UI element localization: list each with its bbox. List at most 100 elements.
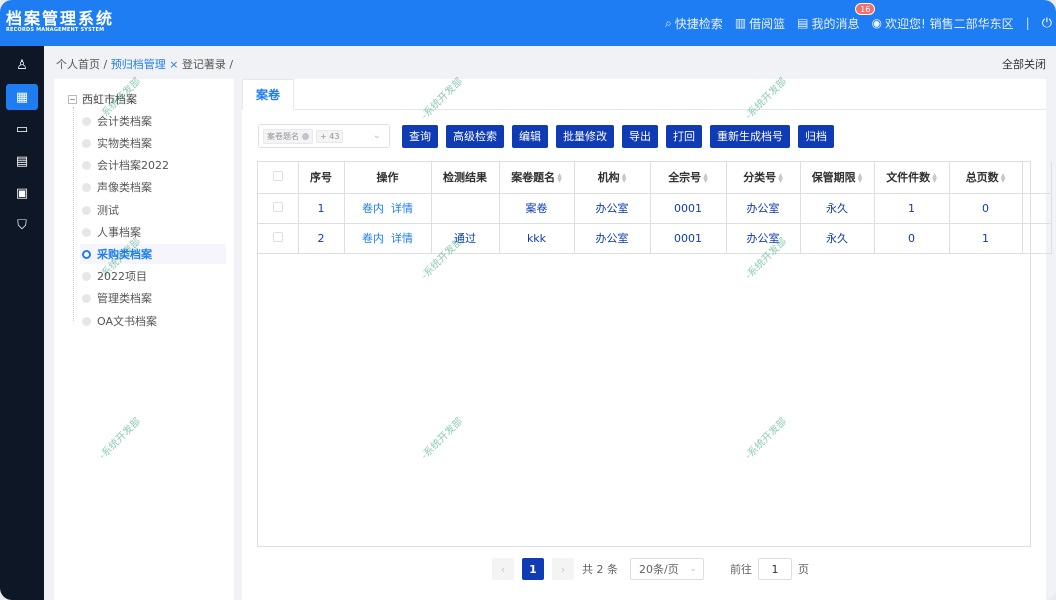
details-link[interactable]: 详情 [391,202,413,215]
cell-period: 永久 [800,223,875,254]
column-header-sortable[interactable]: 保管期限 ▲ ▼ [800,162,875,194]
borrow-basket-label: 借阅篮 [749,16,786,31]
breadcrumb-home[interactable]: 个人首页 / [56,58,107,71]
cell-extra [1022,223,1052,254]
page-size-select[interactable]: 20条/页 ⌄ [630,558,704,580]
export-button[interactable]: 导出 [622,124,658,148]
tree-item-label: 声像类档案 [97,181,152,194]
volume-inner-link[interactable]: 卷内 [362,232,384,245]
table-row[interactable]: 1 卷内 详情 案卷 办公室 0001 办公室 永久 1 0 [258,193,1052,224]
archive-button[interactable]: 归档 [798,124,834,148]
cell-pages: 0 [949,193,1023,224]
select-more-tag: + 43 [316,129,344,143]
tree-item-label: 会计档案2022 [97,159,169,172]
welcome-text: 欢迎您! 销售二部华东区 [885,16,1014,31]
breadcrumb-tail[interactable]: 登记著录 / [182,58,233,71]
tree-item[interactable]: 测试 [82,202,119,218]
sort-icon[interactable]: ▲ ▼ [1001,173,1006,184]
query-button[interactable]: 查询 [402,124,438,148]
tree-item-selected[interactable]: 采购类档案 [80,244,226,264]
volume-inner-link[interactable]: 卷内 [362,202,384,215]
folder-icon-nav[interactable]: ▭ [6,116,38,142]
details-link[interactable]: 详情 [391,232,413,245]
sort-icon[interactable]: ▲ ▼ [858,173,863,184]
column-header: 检测结果 [431,162,500,194]
regenerate-number-button[interactable]: 重新生成档号 [710,124,790,148]
cell-files: 0 [874,223,950,254]
message-count-badge: 16 [855,2,876,15]
cell-no: 1 [298,193,345,224]
column-header-sortable[interactable]: 案卷题名 ▲ ▼ [499,162,575,194]
column-header-label: 案卷题名 [511,171,556,185]
next-page-button[interactable]: › [552,558,574,580]
tab-volume[interactable]: 案卷 [242,79,294,110]
tree-item-label: 采购类档案 [97,248,152,261]
book-icon: ▥ [734,16,747,30]
tree-root[interactable]: 西虹市档案 [68,91,137,107]
column-header-sortable[interactable]: 文件件数 ▲ ▼ [874,162,950,194]
column-header-label: 文件件数 [886,171,931,185]
column-header-label: 机构 [597,171,620,185]
collapse-icon[interactable] [68,94,77,104]
select-all-checkbox[interactable] [272,170,283,181]
app-title: 档案管理系统 [6,9,115,28]
advanced-search-button[interactable]: 高级检索 [446,124,504,148]
toolbar: 案卷题名 + 43 ⌄ 查询 高级检索 编辑 批量修改 导出 打回 重新生成档号… [258,124,834,148]
total-count: 共 2 条 [582,563,618,576]
cell-fonds: 0001 [650,193,727,224]
borrow-basket-link[interactable]: ▥ 借阅篮 [735,15,785,32]
node-icon [82,316,91,326]
quick-search-link[interactable]: ⌕ 快捷检索 [665,15,723,32]
user-icon: ◉ [871,16,883,30]
tag-remove-icon[interactable] [302,132,309,140]
tree-item[interactable]: 人事档案 [82,224,141,240]
page-number-current[interactable]: 1 [522,558,544,580]
goto-page-input[interactable]: 1 [758,558,792,580]
column-header-sortable[interactable]: 全宗号 ▲ ▼ [650,162,727,194]
app-logo: 档案管理系统 RECORDS MANAGEMENT SYSTEM [6,10,114,34]
column-header-label: 全宗号 [668,171,702,185]
tree-item[interactable]: 管理类档案 [82,290,152,306]
breadcrumb-current[interactable]: 预归档管理 [111,58,166,71]
cell-fonds: 0001 [650,223,727,254]
table-row[interactable]: 2 卷内 详情 通过 kkk 办公室 0001 办公室 永久 0 1 [258,223,1052,254]
my-messages-link[interactable]: ▤ 我的消息 16 [797,2,876,32]
tree-item[interactable]: 会计档案2022 [82,157,169,173]
edit-button[interactable]: 编辑 [512,124,548,148]
cell-actions: 卷内 详情 [344,193,432,224]
reject-button[interactable]: 打回 [666,124,702,148]
tree-item[interactable]: 实物类档案 [82,135,152,151]
tree-item[interactable]: 会计类档案 [82,113,152,129]
shield-icon-nav[interactable]: ⛉ [6,212,38,238]
row-checkbox[interactable] [272,231,283,242]
tab-bar: 案卷 [242,79,1046,110]
sort-icon[interactable]: ▲ ▼ [622,173,627,184]
tree-item[interactable]: 声像类档案 [82,179,152,195]
column-header-sortable[interactable]: 总页数 ▲ ▼ [949,162,1023,194]
cell-category: 办公室 [726,193,801,224]
prev-page-button[interactable]: ‹ [492,558,514,580]
close-tab-icon[interactable]: × [169,58,178,71]
sort-icon[interactable]: ▲ ▼ [557,173,562,184]
field-select[interactable]: 案卷题名 + 43 ⌄ [258,124,390,148]
close-all-button[interactable]: 全部关闭 [1002,56,1046,72]
main-panel: 案卷 案卷题名 + 43 ⌄ 查询 高级检索 编辑 批量修改 导出 打回 重新生… [242,79,1052,600]
sort-icon[interactable]: ▲ ▼ [703,173,708,184]
row-checkbox[interactable] [272,201,283,212]
sort-icon[interactable]: ▲ ▼ [932,173,937,184]
cell-pages: 1 [949,223,1023,254]
logout-icon[interactable]: ⏻ [1042,16,1052,31]
sort-icon[interactable]: ▲ ▼ [778,173,783,184]
user-icon-nav[interactable]: ♙ [6,52,38,78]
grid-icon-nav[interactable]: ▦ [6,84,38,110]
select-tag-label: 案卷题名 [267,131,299,141]
column-header-sortable[interactable]: 分类号 ▲ ▼ [726,162,801,194]
archive-icon-nav[interactable]: ▤ [6,148,38,174]
tree-item[interactable]: OA文书档案 [82,313,157,329]
document-icon-nav[interactable]: ▣ [6,180,38,206]
batch-edit-button[interactable]: 批量修改 [556,124,614,148]
tree-item[interactable]: 2022项目 [82,268,147,284]
column-header-sortable[interactable]: 机构 ▲ ▼ [574,162,651,194]
archive-tree: 西虹市档案 会计类档案 实物类档案 会计档案2022 声像类档案 测试 人事档案… [54,79,234,600]
user-menu[interactable]: ◉ 欢迎您! 销售二部华东区 [872,15,1014,32]
